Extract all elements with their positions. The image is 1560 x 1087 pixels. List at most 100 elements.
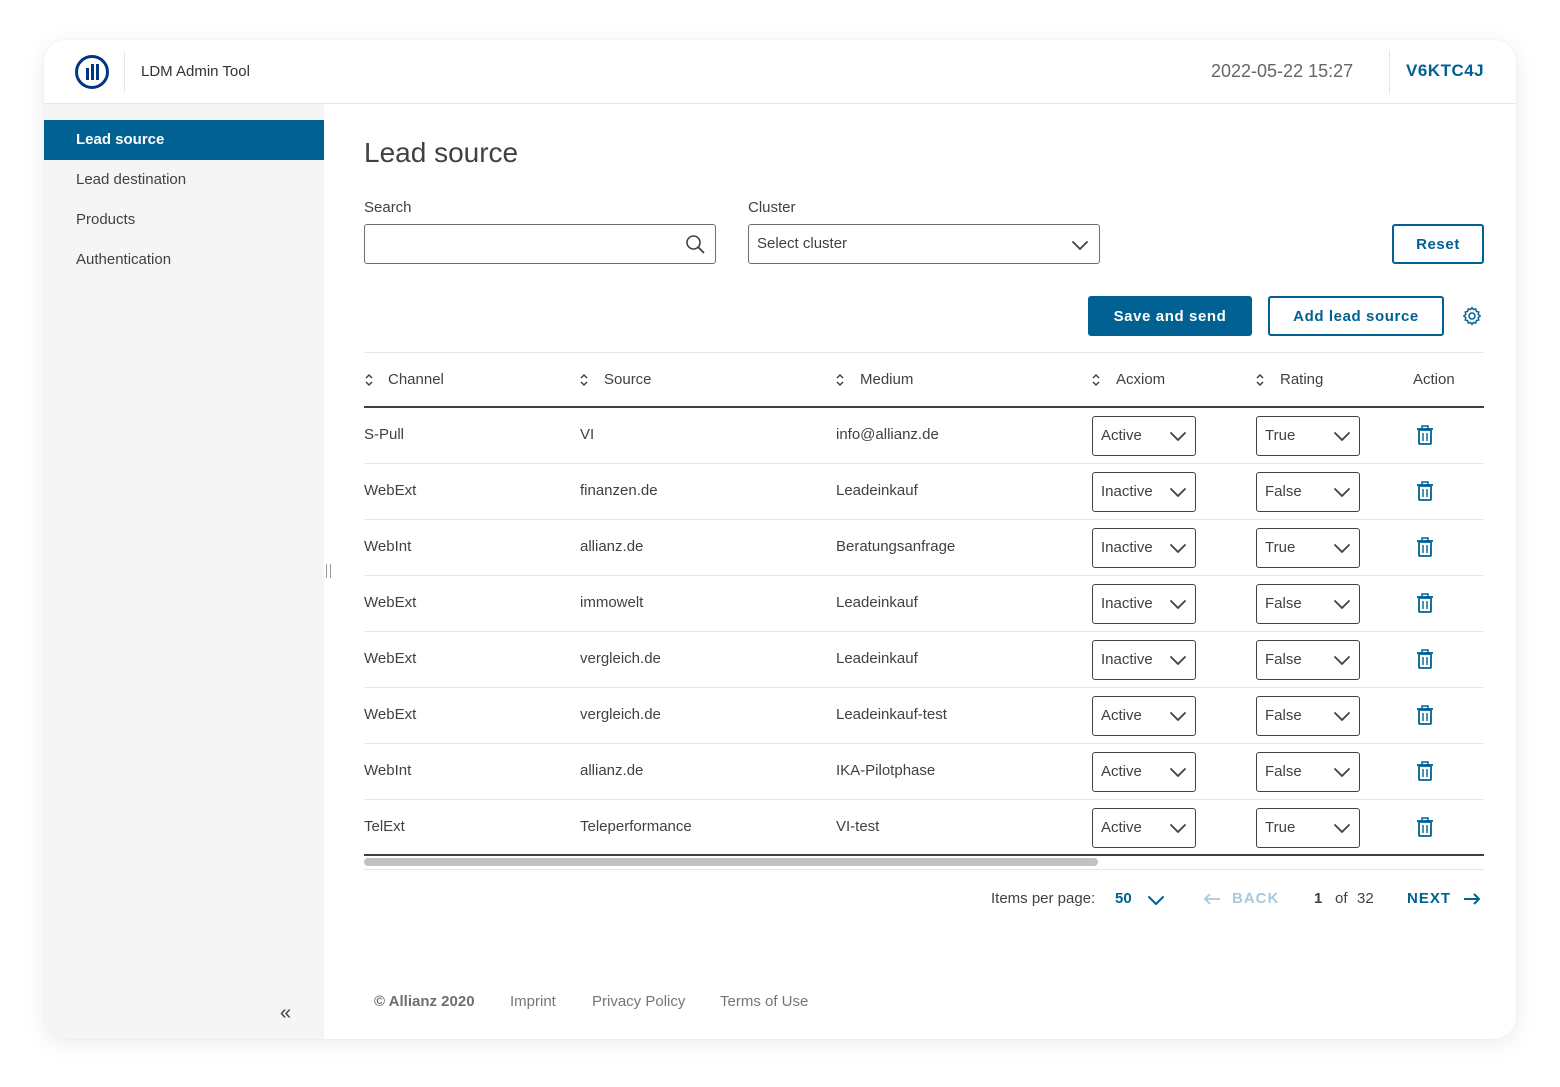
page-title: Lead source xyxy=(364,137,519,168)
acxiom-select[interactable]: Active xyxy=(1092,752,1196,792)
rating-select-value: False xyxy=(1265,707,1302,724)
column-header-action: Action xyxy=(1413,371,1455,388)
rating-select-value: False xyxy=(1265,483,1302,500)
acxiom-select-value: Active xyxy=(1101,819,1142,836)
search-label: Search xyxy=(364,199,412,216)
cell-channel: WebExt xyxy=(364,706,417,723)
trash-icon[interactable] xyxy=(1416,761,1434,781)
footer-link-privacy[interactable]: Privacy Policy xyxy=(592,993,685,1010)
column-header-source[interactable]: Source xyxy=(604,371,652,388)
user-code[interactable]: V6KTC4J xyxy=(1406,61,1484,81)
footer-link-terms[interactable]: Terms of Use xyxy=(720,993,808,1010)
trash-icon[interactable] xyxy=(1416,593,1434,613)
cell-medium: Leadeinkauf-test xyxy=(836,706,947,723)
back-button[interactable]: BACK xyxy=(1232,890,1279,907)
sort-icon[interactable] xyxy=(1091,372,1101,388)
search-field[interactable] xyxy=(364,224,716,264)
sort-icon[interactable] xyxy=(364,372,374,388)
rating-select[interactable]: True xyxy=(1256,416,1360,456)
chevron-down-icon xyxy=(1170,600,1186,609)
header-datetime: 2022-05-22 15:27 xyxy=(1211,61,1354,81)
acxiom-select[interactable]: Active xyxy=(1092,416,1196,456)
cell-channel: WebInt xyxy=(364,538,412,555)
acxiom-select[interactable]: Active xyxy=(1092,808,1196,848)
sidebar-item-lead-source[interactable]: Lead source xyxy=(44,120,324,160)
cell-source: Teleperformance xyxy=(580,818,692,835)
gear-icon[interactable] xyxy=(1462,306,1482,326)
chevron-down-icon xyxy=(1334,432,1350,441)
cell-channel: WebExt xyxy=(364,482,417,499)
top-header: LDM Admin Tool 2022-05-22 15:27 V6KTC4J xyxy=(44,40,1516,104)
trash-icon[interactable] xyxy=(1416,649,1434,669)
sidebar-item-lead-destination[interactable]: Lead destination xyxy=(44,160,324,200)
save-and-send-button[interactable]: Save and send xyxy=(1088,296,1252,336)
column-header-rating[interactable]: Rating xyxy=(1280,371,1323,388)
table-row: TelExt Teleperformance VI-test Active True xyxy=(364,800,1484,856)
acxiom-select-value: Active xyxy=(1101,707,1142,724)
chevron-down-icon xyxy=(1170,768,1186,777)
cluster-select-value: Select cluster xyxy=(757,235,848,252)
trash-icon[interactable] xyxy=(1416,481,1434,501)
allianz-logo-icon xyxy=(75,55,109,89)
sidebar: Lead source Lead destination Products Au… xyxy=(44,104,324,1039)
chevron-down-icon xyxy=(1334,768,1350,777)
rating-select[interactable]: False xyxy=(1256,752,1360,792)
rating-select[interactable]: True xyxy=(1256,528,1360,568)
add-lead-source-button[interactable]: Add lead source xyxy=(1268,296,1444,336)
of-label: of xyxy=(1335,890,1348,907)
footer-link-imprint[interactable]: Imprint xyxy=(510,993,556,1010)
table-row: WebExt vergleich.de Leadeinkauf-test Active… xyxy=(364,688,1484,744)
collapse-sidebar-icon[interactable]: « xyxy=(280,1002,291,1025)
cell-source: VI xyxy=(580,426,595,443)
trash-icon[interactable] xyxy=(1416,425,1434,445)
acxiom-select-value: Inactive xyxy=(1101,595,1153,612)
app-title: LDM Admin Tool xyxy=(141,63,250,80)
sidebar-item-products[interactable]: Products xyxy=(44,200,324,240)
trash-icon[interactable] xyxy=(1416,705,1434,725)
acxiom-select[interactable]: Inactive xyxy=(1092,584,1196,624)
chevron-down-icon xyxy=(1170,712,1186,721)
acxiom-select[interactable]: Active xyxy=(1092,696,1196,736)
header-divider xyxy=(1389,50,1390,94)
acxiom-select[interactable]: Inactive xyxy=(1092,472,1196,512)
cluster-select[interactable]: Select cluster xyxy=(748,224,1100,264)
cell-source: allianz.de xyxy=(580,538,644,555)
table-row: WebInt allianz.de IKA-Pilotphase Active Fals… xyxy=(364,744,1484,800)
chevron-down-icon[interactable] xyxy=(1147,891,1165,909)
reset-button[interactable]: Reset xyxy=(1392,224,1484,264)
acxiom-select[interactable]: Inactive xyxy=(1092,528,1196,568)
column-header-medium[interactable]: Medium xyxy=(860,371,913,388)
cell-medium: info@allianz.de xyxy=(836,426,939,443)
rating-select-value: False xyxy=(1265,595,1302,612)
column-header-acxiom[interactable]: Acxiom xyxy=(1116,371,1165,388)
sort-icon[interactable] xyxy=(579,372,589,388)
acxiom-select-value: Active xyxy=(1101,427,1142,444)
rating-select[interactable]: False xyxy=(1256,472,1360,512)
sort-icon[interactable] xyxy=(835,372,845,388)
cell-source: vergleich.de xyxy=(580,706,661,723)
sort-icon[interactable] xyxy=(1255,372,1265,388)
acxiom-select[interactable]: Inactive xyxy=(1092,640,1196,680)
acxiom-select-value: Inactive xyxy=(1101,539,1153,556)
sidebar-item-authentication[interactable]: Authentication xyxy=(44,240,324,280)
column-header-channel[interactable]: Channel xyxy=(388,371,444,388)
rating-select[interactable]: True xyxy=(1256,808,1360,848)
cell-source: allianz.de xyxy=(580,762,644,779)
header-divider xyxy=(124,52,125,92)
rating-select[interactable]: False xyxy=(1256,696,1360,736)
total-pages: 32 xyxy=(1357,890,1374,907)
search-icon[interactable] xyxy=(685,234,705,254)
horizontal-scrollbar[interactable] xyxy=(364,858,1098,866)
next-button[interactable]: NEXT xyxy=(1407,890,1451,907)
items-per-page-label: Items per page: xyxy=(991,890,1096,907)
arrow-right-icon[interactable] xyxy=(1463,892,1481,906)
trash-icon[interactable] xyxy=(1416,537,1434,557)
trash-icon[interactable] xyxy=(1416,817,1434,837)
cell-medium: Leadeinkauf xyxy=(836,594,918,611)
chevron-down-icon xyxy=(1334,824,1350,833)
items-per-page-value[interactable]: 50 xyxy=(1115,890,1132,907)
rating-select[interactable]: False xyxy=(1256,640,1360,680)
search-input[interactable] xyxy=(373,225,673,261)
rating-select[interactable]: False xyxy=(1256,584,1360,624)
sidebar-resize-handle[interactable] xyxy=(326,564,331,578)
